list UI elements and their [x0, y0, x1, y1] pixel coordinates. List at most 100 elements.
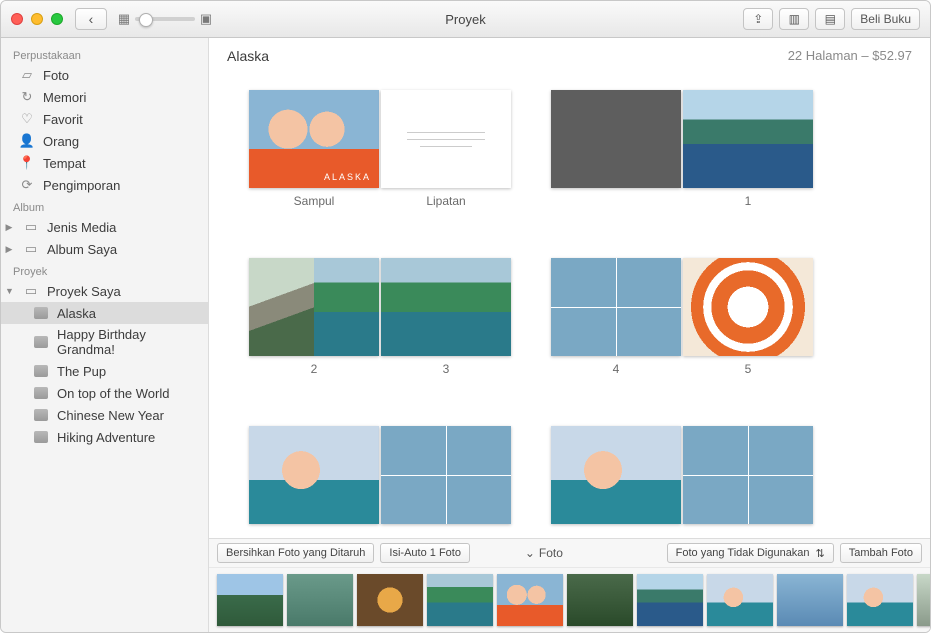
photo-tray: Bersihkan Foto yang Ditaruh Isi-Auto 1 F…: [209, 538, 930, 632]
book-icon: [33, 385, 49, 401]
sidebar-item-jenis-media[interactable]: ▶▭Jenis Media: [1, 216, 208, 238]
tray-thumb[interactable]: [847, 574, 913, 626]
sidebar-item-tempat[interactable]: 📍Tempat: [1, 152, 208, 174]
sidebar-header-library: Perpustakaan: [1, 44, 208, 64]
sidebar-item-grandma[interactable]: Happy Birthday Grandma!: [1, 324, 208, 360]
share-button[interactable]: ⇪: [743, 8, 773, 30]
page-label: Sampul: [249, 194, 379, 208]
sidebar-header-proyek: Proyek: [1, 260, 208, 280]
tray-thumb[interactable]: [497, 574, 563, 626]
autofill-button[interactable]: Isi-Auto 1 Foto: [380, 543, 470, 563]
photo-filter-select[interactable]: Foto yang Tidak Digunakan⇅: [667, 543, 834, 563]
sidebar-item-orang[interactable]: 👤Orang: [1, 130, 208, 152]
book-icon: [33, 407, 49, 423]
select-arrows-icon: ⇅: [816, 547, 825, 560]
sidebar-item-label: Foto: [43, 68, 69, 83]
sidebar-item-label: On top of the World: [57, 386, 170, 401]
book-icon: [33, 363, 49, 379]
spread-cover[interactable]: ALASKA SampulLipatan: [249, 90, 511, 208]
spread-8-9[interactable]: [551, 426, 813, 530]
zoom-button[interactable]: [51, 13, 63, 25]
app-window: ‹ ▦ ▣ Proyek ⇪ ▥ ▤ Beli Buku Perpustakaa…: [0, 0, 931, 633]
book-icon: [33, 305, 49, 321]
toolbar-right: ⇪ ▥ ▤ Beli Buku: [743, 8, 920, 30]
page-5[interactable]: [683, 258, 813, 356]
window-title: Proyek: [445, 12, 485, 27]
layout-1-button[interactable]: ▥: [779, 8, 809, 30]
memory-icon: ↻: [19, 89, 35, 105]
heart-icon: ♡: [19, 111, 35, 127]
page-8[interactable]: [551, 426, 681, 524]
slider-track[interactable]: [135, 17, 195, 21]
sidebar-item-pengimporan[interactable]: ⟳ Pengimporan: [1, 174, 208, 196]
page-label: 1: [683, 194, 813, 208]
tray-thumb[interactable]: [357, 574, 423, 626]
clear-placed-button[interactable]: Bersihkan Foto yang Ditaruh: [217, 543, 374, 563]
tray-thumb[interactable]: [917, 574, 930, 626]
traffic-lights: [11, 13, 63, 25]
spread-6-7[interactable]: [249, 426, 511, 530]
panel-left-icon: ▥: [789, 12, 800, 26]
page-label: 4: [551, 362, 681, 376]
page-3[interactable]: [381, 258, 511, 356]
spread-1[interactable]: 1: [551, 90, 813, 208]
page-4[interactable]: [551, 258, 681, 356]
sidebar-item-label: Album Saya: [47, 242, 117, 257]
close-button[interactable]: [11, 13, 23, 25]
pages-grid[interactable]: ALASKA SampulLipatan 1: [209, 70, 930, 538]
sidebar-item-foto[interactable]: ▱Foto: [1, 64, 208, 86]
spread-4-5[interactable]: 45: [551, 258, 813, 376]
tray-thumb[interactable]: [567, 574, 633, 626]
page-label: 3: [381, 362, 511, 376]
clock-icon: ⟳: [19, 177, 35, 193]
tray-toolbar: Bersihkan Foto yang Ditaruh Isi-Auto 1 F…: [209, 539, 930, 568]
disclosure-open-icon[interactable]: ▼: [5, 286, 13, 296]
sidebar-item-label: Memori: [43, 90, 86, 105]
sidebar-item-label: Pengimporan: [43, 178, 120, 193]
page-cover-flap[interactable]: [381, 90, 511, 188]
sidebar-item-proyek-saya[interactable]: ▼▭Proyek Saya: [1, 280, 208, 302]
layout-2-button[interactable]: ▤: [815, 8, 845, 30]
page-9[interactable]: [683, 426, 813, 524]
page-1[interactable]: [683, 90, 813, 188]
buy-book-button[interactable]: Beli Buku: [851, 8, 920, 30]
sidebar-item-favorit[interactable]: ♡Favorit: [1, 108, 208, 130]
disclosure-icon[interactable]: ▶: [5, 244, 13, 255]
folder-icon: ▭: [23, 283, 39, 299]
tray-thumb[interactable]: [707, 574, 773, 626]
back-button[interactable]: ‹: [75, 8, 107, 30]
page-6[interactable]: [249, 426, 379, 524]
tray-foto-label[interactable]: ⌄Foto: [525, 546, 563, 560]
tray-thumb[interactable]: [217, 574, 283, 626]
page-cover-front[interactable]: ALASKA: [249, 90, 379, 188]
sidebar-header-album: Album: [1, 196, 208, 216]
chevron-left-icon: ‹: [89, 11, 94, 27]
disclosure-icon[interactable]: ▶: [5, 222, 13, 233]
tray-thumb[interactable]: [427, 574, 493, 626]
tray-thumbnails[interactable]: [209, 568, 930, 632]
minimize-button[interactable]: [31, 13, 43, 25]
page-blank[interactable]: [551, 90, 681, 188]
sidebar-item-cny[interactable]: Chinese New Year: [1, 404, 208, 426]
sidebar-item-hiking[interactable]: Hiking Adventure: [1, 426, 208, 448]
tray-thumb[interactable]: [637, 574, 703, 626]
sidebar-item-ontop[interactable]: On top of the World: [1, 382, 208, 404]
spread-2-3[interactable]: 23: [249, 258, 511, 376]
zoom-slider[interactable]: ▦ ▣: [117, 12, 213, 26]
sidebar-item-album-saya[interactable]: ▶▭Album Saya: [1, 238, 208, 260]
sidebar-item-pup[interactable]: The Pup: [1, 360, 208, 382]
sidebar: Perpustakaan ▱Foto ↻ Memori ♡Favorit 👤Ora…: [1, 38, 209, 632]
sidebar-item-label: Jenis Media: [47, 220, 116, 235]
tray-thumb[interactable]: [777, 574, 843, 626]
app-body: Perpustakaan ▱Foto ↻ Memori ♡Favorit 👤Ora…: [1, 38, 930, 632]
sidebar-item-alaska[interactable]: Alaska: [1, 302, 208, 324]
tray-thumb[interactable]: [287, 574, 353, 626]
page-2[interactable]: [249, 258, 379, 356]
page-7[interactable]: [381, 426, 511, 524]
sidebar-item-label: Alaska: [57, 306, 96, 321]
sidebar-item-label: Hiking Adventure: [57, 430, 155, 445]
sidebar-item-label: Happy Birthday Grandma!: [57, 327, 196, 357]
sidebar-item-memori[interactable]: ↻ Memori: [1, 86, 208, 108]
page-label: 5: [683, 362, 813, 376]
add-photo-button[interactable]: Tambah Foto: [840, 543, 922, 563]
